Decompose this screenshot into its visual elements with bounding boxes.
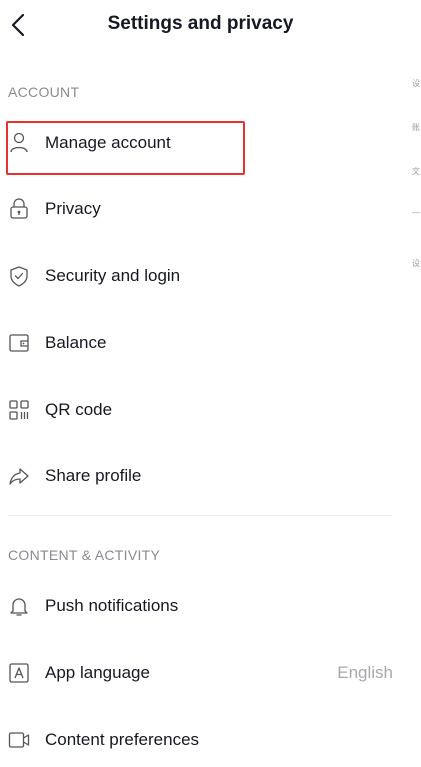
- menu-item-content-preferences[interactable]: Content preferences: [0, 715, 400, 767]
- menu-item-security-and-login[interactable]: Security and login: [0, 251, 400, 303]
- bell-icon: [8, 595, 30, 617]
- menu-item-label: Privacy: [45, 199, 101, 218]
- page-title: Settings and privacy: [107, 13, 294, 34]
- menu-item-label: QR code: [45, 400, 113, 419]
- section-heading-account: ACCOUNT: [8, 84, 80, 100]
- menu-item-qr-code[interactable]: QR code: [0, 385, 400, 437]
- side-glyph: 设: [412, 259, 420, 268]
- menu-item-balance[interactable]: Balance: [0, 318, 400, 370]
- menu-item-label: Security and login: [45, 266, 181, 285]
- side-glyph: 设: [412, 79, 420, 88]
- section-divider: [8, 515, 392, 516]
- lock-icon: [8, 198, 30, 220]
- qr-code-icon: [8, 399, 30, 421]
- share-arrow-icon: [8, 465, 30, 487]
- video-camera-icon: [8, 729, 30, 751]
- side-glyph: 账: [412, 123, 420, 132]
- menu-item-push-notifications[interactable]: Push notifications: [0, 581, 400, 633]
- person-icon: [8, 132, 30, 154]
- menu-item-label: Share profile: [45, 466, 142, 485]
- menu-item-label: Push notifications: [45, 596, 179, 615]
- menu-item-privacy[interactable]: Privacy: [0, 184, 400, 236]
- shield-check-icon: [8, 265, 30, 287]
- side-glyph: —: [412, 208, 420, 217]
- menu-item-label: Balance: [45, 333, 107, 352]
- menu-item-label: Manage account: [45, 133, 171, 152]
- menu-item-share-profile[interactable]: Share profile: [0, 451, 400, 503]
- wallet-icon: [8, 332, 30, 354]
- language-value: English: [337, 663, 393, 682]
- menu-item-label: App language: [45, 663, 150, 682]
- section-heading-content-activity: CONTENT & ACTIVITY: [8, 547, 161, 563]
- menu-item-app-language[interactable]: App language English: [0, 648, 400, 700]
- side-glyph: 文: [412, 167, 420, 176]
- menu-item-manage-account[interactable]: Manage account: [0, 118, 400, 170]
- menu-item-label: Content preferences: [45, 730, 200, 749]
- language-a-icon: [8, 662, 30, 684]
- header-bar: Settings and privacy: [0, 0, 421, 50]
